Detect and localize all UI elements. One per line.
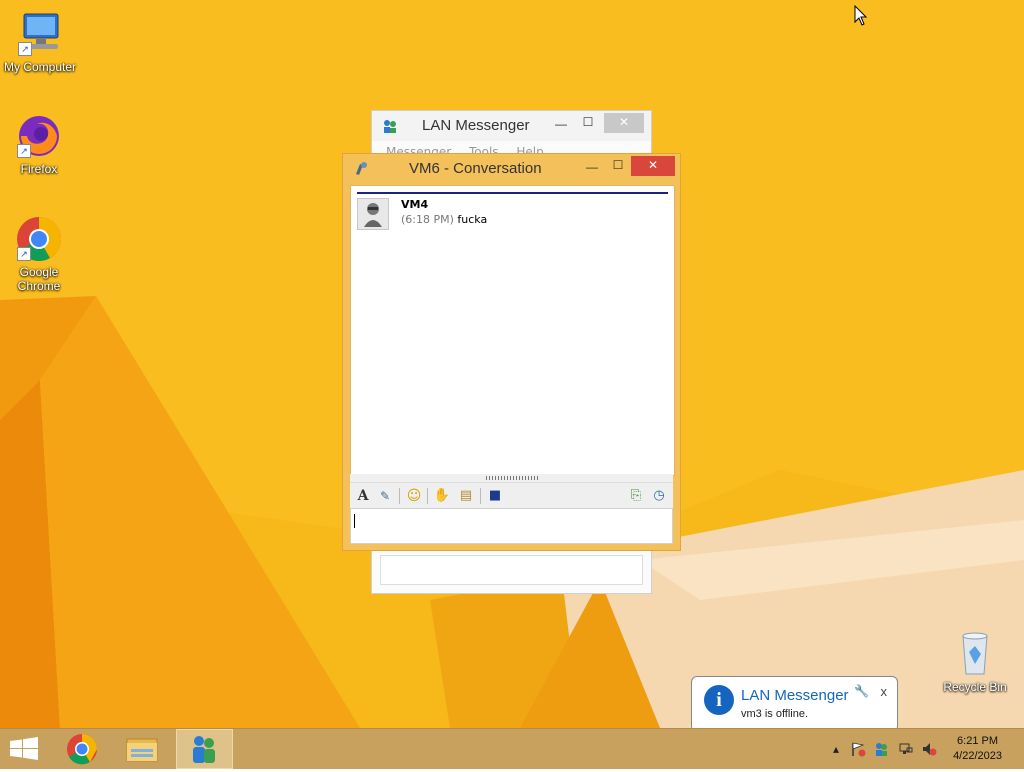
minimize-button[interactable]: — [550,115,572,135]
chrome-icon: ↗ [15,215,63,263]
contacts-pane [380,555,643,585]
message-text: fucka [457,213,488,226]
toolbar-separator [399,488,400,504]
lan-messenger-tray-icon[interactable] [873,741,889,757]
close-button[interactable]: ✕ [631,156,675,176]
maximize-button[interactable]: ☐ [607,156,629,176]
desktop-icon-firefox[interactable]: ↗ Firefox [0,112,79,176]
shortcut-arrow-icon: ↗ [17,144,31,158]
history-icon[interactable]: ◷ [649,486,669,506]
desktop-icon-label: Recycle Bin [943,680,1007,694]
toolbar-separator [480,488,481,504]
notification-close-button[interactable]: x [881,684,888,699]
close-button[interactable]: ✕ [604,113,644,133]
system-clock[interactable]: 6:21 PM 4/22/2023 [953,734,1002,764]
start-button[interactable] [0,729,48,769]
font-icon[interactable]: A [353,486,373,506]
desktop-icon-recycle-bin[interactable]: Recycle Bin [935,630,1015,694]
clock-date: 4/22/2023 [953,750,1002,762]
desktop: ↗ My Computer ↗ Firefox ↗ Google Chrome … [0,0,1024,728]
minimize-button[interactable]: — [581,158,603,178]
info-icon: i [704,685,734,715]
desktop-icon-label: Firefox [20,162,58,176]
message-history[interactable]: VM4 (6:18 PM) fucka [350,185,675,476]
action-center-flag-icon[interactable] [850,741,866,757]
notification-balloon[interactable]: i LAN Messenger vm3 is offline. 🔧 x [691,676,898,728]
title-bar[interactable]: LAN Messenger — ☐ ✕ [372,111,651,141]
volume-muted-icon[interactable] [921,741,937,757]
message-toolbar: A ✎ ☺ ✋ ▤ ■ ⎘ ◷ [350,482,673,509]
clock-time: 6:21 PM [957,735,999,747]
user-avatar-icon [364,203,382,227]
transfers-icon[interactable]: ⎘ [626,486,646,506]
show-hidden-icons-chevron-icon[interactable]: ▴ [828,741,844,757]
desktop-icon-google-chrome[interactable]: ↗ Google Chrome [0,215,79,293]
nudge-icon[interactable]: ✋ [432,486,452,506]
shortcut-arrow-icon: ↗ [17,247,31,261]
font-color-icon[interactable]: ✎ [375,486,395,506]
message-time: (6:18 PM) [401,213,454,226]
smiley-icon[interactable]: ☺ [404,486,424,506]
windows-logo-icon [10,737,38,760]
window-title: LAN Messenger [422,117,530,134]
avatar [357,198,389,230]
firefox-icon: ↗ [15,112,63,160]
shortcut-arrow-icon: ↗ [18,42,32,56]
network-icon[interactable] [898,741,914,757]
message-sender: VM4 [401,198,429,211]
notification-title: LAN Messenger [741,687,849,704]
taskbar-app-lan-messenger[interactable] [176,729,233,769]
splitter-handle[interactable] [350,474,673,482]
message-line: (6:18 PM) fucka [401,213,487,226]
message-input[interactable] [350,508,673,544]
window-title: VM6 - Conversation [409,160,542,177]
maximize-button[interactable]: ☐ [577,113,599,133]
desktop-icon-label: My Computer [3,60,77,74]
send-file-icon[interactable]: ▤ [456,486,476,506]
conversation-icon [353,161,369,180]
save-icon[interactable]: ■ [485,486,505,506]
desktop-icon-label: Chrome [17,279,61,293]
lan-messenger-icon [193,736,215,763]
history-divider [357,192,668,194]
settings-wrench-icon[interactable]: 🔧 [854,684,869,698]
title-bar[interactable]: VM6 - Conversation — ☐ ✕ [343,154,680,184]
grip-icon [486,476,538,480]
taskbar-app-chrome[interactable] [58,729,106,769]
taskbar-app-file-explorer[interactable] [118,729,166,769]
folder-icon [126,738,158,762]
taskbar: ▴ 6:21 PM 4/22/2023 [0,728,1024,769]
notification-body: vm3 is offline. [741,708,809,720]
desktop-icon-label: Google [19,265,59,279]
lan-messenger-icon [382,118,398,137]
toolbar-separator [427,488,428,504]
text-caret [354,514,355,528]
chrome-icon [67,734,97,765]
recycle-bin-icon [951,630,999,678]
computer-icon: ↗ [16,10,64,58]
mouse-cursor-icon [854,5,868,26]
desktop-icon-my-computer[interactable]: ↗ My Computer [0,10,80,74]
conversation-window[interactable]: VM6 - Conversation — ☐ ✕ VM4 (6:18 PM) f… [342,153,681,551]
